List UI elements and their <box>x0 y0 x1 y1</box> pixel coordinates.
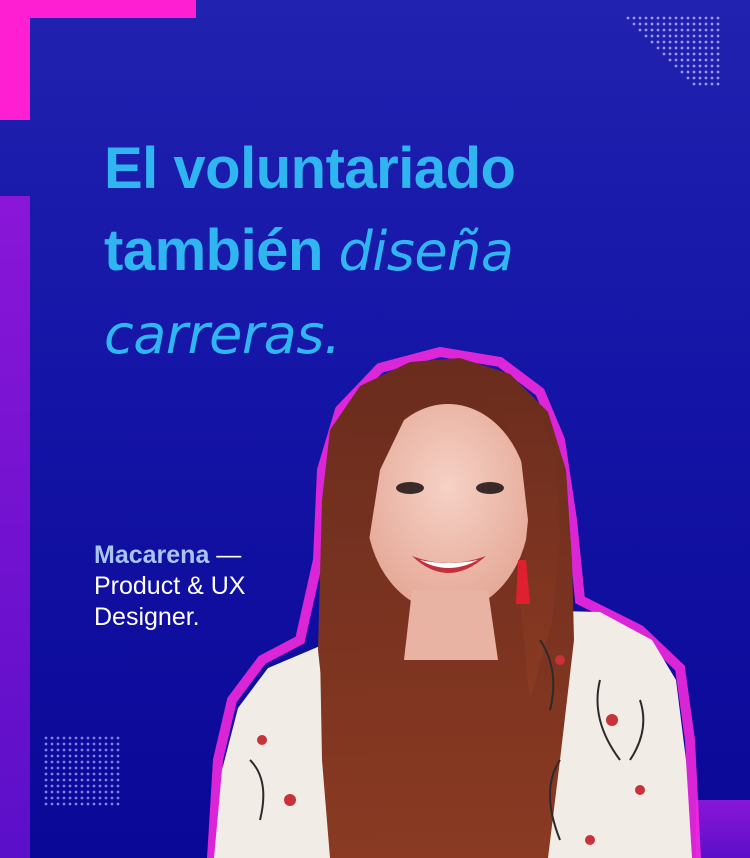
person-role-line2: Designer. <box>94 603 200 631</box>
headline-line3: carreras. <box>104 303 341 366</box>
headline-line2-bold: también <box>104 218 323 283</box>
person-name: Macarena <box>94 541 210 569</box>
poster: El voluntariado también diseña carreras.… <box>0 0 750 858</box>
caption-dash: — <box>209 541 242 569</box>
person-caption: Macarena — Product & UX Designer. <box>94 540 245 633</box>
person-role-line1: Product & UX <box>94 572 246 600</box>
headline-line2-light: diseña <box>338 220 514 283</box>
headline-line1: El voluntariado <box>104 136 516 201</box>
headline: El voluntariado también diseña carreras. <box>104 128 516 376</box>
